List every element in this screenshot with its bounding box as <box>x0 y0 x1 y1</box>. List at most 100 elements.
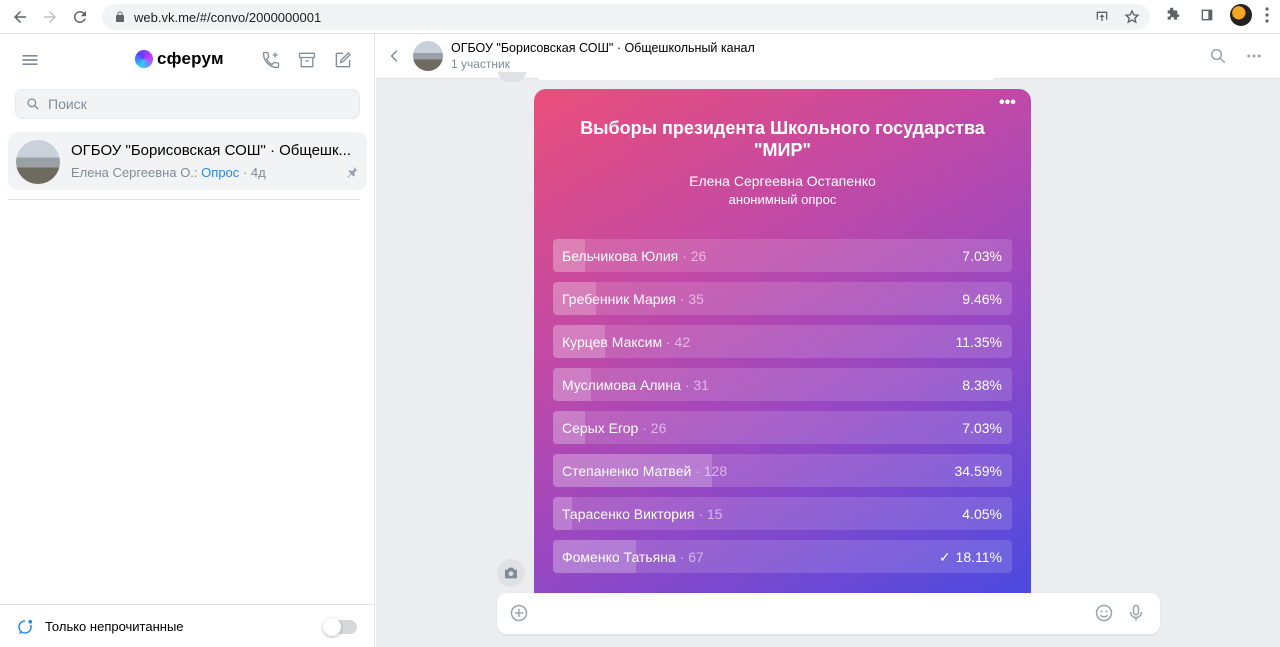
profile-avatar[interactable] <box>1230 4 1252 26</box>
poll-option-percent: ✓ 18.11% <box>939 549 1002 566</box>
archive-icon[interactable] <box>296 49 318 71</box>
unread-only-label: Только непрочитанные <box>45 619 184 634</box>
chat-participants[interactable]: 1 участник <box>451 57 510 71</box>
logo-mark-icon <box>135 50 153 68</box>
browser-toolbar: web.vk.me/#/convo/2000000001 <box>0 0 1280 34</box>
sidebar-divider <box>8 199 360 200</box>
checkmark-icon: ✓ <box>938 549 951 565</box>
poll-option[interactable]: Фоменко Татьяна · 67 ✓ 18.11% <box>553 540 1012 573</box>
forward-arrow-icon[interactable] <box>35 2 65 32</box>
poll-option-name: Тарасенко Виктория <box>562 506 695 522</box>
sidebar-header: сферум <box>0 34 374 86</box>
poll-option-label: Гребенник Мария · 35 <box>562 291 704 307</box>
poll-option[interactable]: Гребенник Мария · 35 9.46% <box>553 282 1012 315</box>
poll-option-percent: 11.35% <box>956 334 1002 350</box>
sidebar-footer: Только непрочитанные <box>0 604 375 647</box>
sidebar: сферум ОГБОУ "Борисовская СОШ" · Общешк.… <box>0 34 375 647</box>
poll-options: Бельчикова Юлия · 26 7.03% Гребенник Мария… <box>553 239 1012 583</box>
camera-icon[interactable] <box>497 559 525 587</box>
poll-option-count: · 31 <box>684 377 709 393</box>
back-arrow-icon[interactable] <box>5 2 35 32</box>
poll-option-count: · 26 <box>682 248 707 264</box>
poll-option-percent: 34.59% <box>955 463 1002 479</box>
logo-text: сферум <box>157 49 224 68</box>
poll-more-icon[interactable]: ••• <box>999 95 1017 111</box>
conversation-item[interactable]: ОГБОУ "Борисовская СОШ" · Общешк... Елен… <box>8 132 367 190</box>
lock-icon <box>116 11 124 22</box>
poll-option-percent-value: 18.11% <box>955 549 1002 565</box>
poll-option-name: Курцев Максим <box>562 334 663 350</box>
poll-option-percent: 4.05% <box>962 506 1002 522</box>
poll-title: Выборы президента Школьного государства … <box>580 118 985 160</box>
conversation-preview: Елена Сергеевна О.: Опрос · 4д <box>71 165 266 180</box>
message-composer <box>497 593 1160 634</box>
search-icon[interactable] <box>1208 46 1228 66</box>
poll-option-name: Серых Егор <box>562 420 639 436</box>
microphone-icon[interactable] <box>1126 602 1146 624</box>
share-icon[interactable] <box>1092 7 1112 27</box>
poll-option-percent: 7.03% <box>962 420 1002 436</box>
url-text[interactable]: web.vk.me/#/convo/2000000001 <box>134 10 321 25</box>
poll-option-percent-value: 7.03% <box>962 248 1002 264</box>
search-input[interactable] <box>48 96 348 112</box>
poll-option-name: Бельчикова Юлия <box>562 248 679 264</box>
poll-author: Елена Сергеевна Остапенко <box>689 173 876 189</box>
poll-option-count: · 67 <box>679 549 704 565</box>
poll-option-percent: 8.38% <box>962 377 1002 393</box>
address-bar[interactable]: web.vk.me/#/convo/2000000001 <box>102 4 1150 30</box>
conversation-sender: Елена Сергеевна О.: <box>71 165 198 180</box>
emoji-icon[interactable] <box>1094 603 1114 623</box>
more-horizontal-icon[interactable] <box>1244 46 1264 66</box>
reload-icon[interactable] <box>65 2 95 32</box>
side-panel-icon[interactable] <box>1196 4 1218 26</box>
call-add-icon[interactable] <box>260 49 282 71</box>
sferum-logo: сферум <box>135 49 224 69</box>
search-icon <box>27 98 39 110</box>
unread-only-toggle[interactable] <box>323 618 357 636</box>
poll-option-label: Тарасенко Виктория · 15 <box>562 506 722 522</box>
previous-message-bubble <box>536 74 996 80</box>
poll-option-percent-value: 11.35% <box>955 334 1002 350</box>
poll-option-label: Муслимова Алина · 31 <box>562 377 709 393</box>
poll-option[interactable]: Тарасенко Виктория · 15 4.05% <box>553 497 1012 530</box>
poll-option-label: Фоменко Татьяна · 67 <box>562 549 704 565</box>
poll-option-name: Степаненко Матвей <box>562 463 692 479</box>
chat-pane: ОГБОУ "Борисовская СОШ" · Общешкольный к… <box>376 34 1280 647</box>
poll-option[interactable]: Серых Егор · 26 7.03% <box>553 411 1012 444</box>
poll-option-percent-value: 34.59% <box>954 463 1002 479</box>
previous-message-avatar <box>498 72 526 82</box>
poll-option[interactable]: Муслимова Алина · 31 8.38% <box>553 368 1012 401</box>
poll-option-count: · 26 <box>642 420 667 436</box>
search-box[interactable] <box>15 89 360 119</box>
poll-option[interactable]: Бельчикова Юлия · 26 7.03% <box>553 239 1012 272</box>
poll-option-label: Бельчикова Юлия · 26 <box>562 248 706 264</box>
browser-menu-icon[interactable] <box>1264 4 1270 26</box>
bookmark-star-icon[interactable] <box>1122 7 1142 27</box>
poll-type: анонимный опрос <box>728 192 837 207</box>
chevron-left-icon[interactable] <box>387 47 403 65</box>
poll-option-count: · 42 <box>665 334 691 350</box>
conversation-title: ОГБОУ "Борисовская СОШ" · Общешк... <box>71 142 352 159</box>
extensions-puzzle-icon[interactable] <box>1162 4 1184 26</box>
poll-option-name: Муслимова Алина <box>562 377 681 393</box>
conversation-preview-link[interactable]: Опрос <box>201 165 239 180</box>
poll-option-percent-value: 9.46% <box>962 291 1002 307</box>
poll-card: ••• Выборы президента Школьного государс… <box>534 89 1031 593</box>
hamburger-menu-icon[interactable] <box>20 50 40 70</box>
compose-icon[interactable] <box>332 49 354 71</box>
poll-option-percent: 7.03% <box>962 248 1002 264</box>
chat-avatar[interactable] <box>413 41 443 71</box>
poll-option-label: Курцев Максим · 42 <box>562 334 690 350</box>
chat-title[interactable]: ОГБОУ "Борисовская СОШ" · Общешкольный к… <box>451 41 755 55</box>
poll-option[interactable]: Курцев Максим · 42 11.35% <box>553 325 1012 358</box>
poll-option[interactable]: Степаненко Матвей · 128 34.59% <box>553 454 1012 487</box>
poll-option-count: · 15 <box>698 506 723 522</box>
poll-option-label: Степаненко Матвей · 128 <box>562 463 727 479</box>
pin-icon <box>347 166 358 178</box>
attach-plus-icon[interactable] <box>509 603 529 623</box>
poll-option-percent-value: 7.03% <box>962 420 1002 436</box>
poll-option-name: Гребенник Мария <box>562 291 676 307</box>
message-input[interactable] <box>539 601 1079 625</box>
poll-option-percent-value: 8.38% <box>962 377 1002 393</box>
conversation-avatar <box>16 140 60 184</box>
